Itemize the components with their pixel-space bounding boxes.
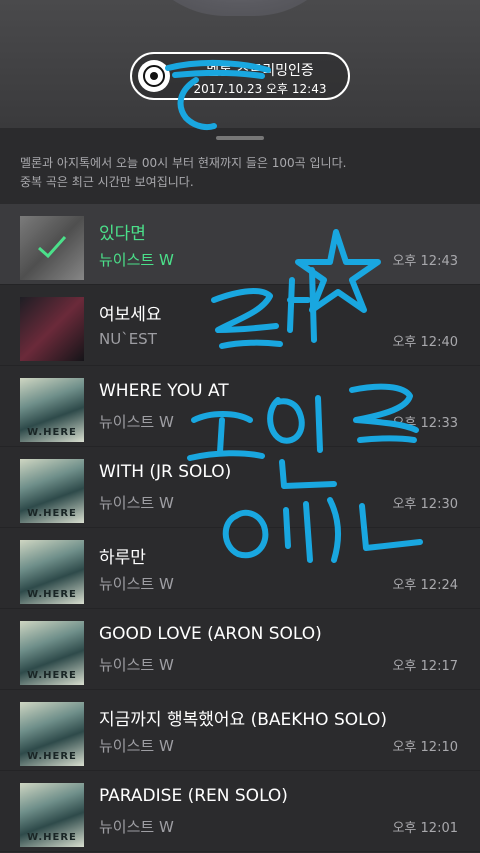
played-time: 오후 12:30 bbox=[392, 497, 458, 512]
song-artist: 뉴이스트 W bbox=[99, 656, 174, 674]
album-label: W.HERE bbox=[27, 589, 77, 600]
played-time: 오후 12:10 bbox=[392, 740, 458, 755]
album-art-top bbox=[130, 0, 350, 16]
song-artist: 뉴이스트 W bbox=[99, 413, 174, 431]
record-icon bbox=[138, 60, 170, 92]
played-time: 오후 12:24 bbox=[392, 578, 458, 593]
album-thumbnail: W.HERE bbox=[20, 459, 84, 523]
album-label: W.HERE bbox=[27, 751, 77, 762]
album-label: W.HERE bbox=[27, 508, 77, 519]
album-thumbnail: W.HERE bbox=[20, 378, 84, 442]
played-time: 오후 12:01 bbox=[392, 821, 458, 836]
song-artist: 뉴이스트 W bbox=[99, 737, 174, 755]
list-item[interactable]: W.HERE WITH (JR SOLO) 뉴이스트 W 오후 12:30 bbox=[0, 447, 480, 528]
song-artist: 뉴이스트 W bbox=[99, 818, 174, 836]
album-thumbnail: W.HERE bbox=[20, 783, 84, 847]
list-item[interactable]: W.HERE WHERE YOU AT 뉴이스트 W 오후 12:33 bbox=[0, 366, 480, 447]
song-artist: 뉴이스트 W bbox=[99, 494, 174, 512]
list-item[interactable]: 있다면 뉴이스트 W 오후 12:43 bbox=[0, 204, 480, 285]
album-label: W.HERE bbox=[27, 832, 77, 843]
song-artist: 뉴이스트 W bbox=[99, 575, 174, 593]
album-thumbnail: W.HERE bbox=[20, 540, 84, 604]
song-title: GOOD LOVE (ARON SOLO) bbox=[99, 624, 322, 644]
album-thumbnail bbox=[20, 297, 84, 361]
song-artist: NU`EST bbox=[99, 330, 157, 348]
badge-title: 멜론 스트리밍인증 bbox=[206, 63, 314, 79]
list-item[interactable]: W.HERE GOOD LOVE (ARON SOLO) 뉴이스트 W 오후 1… bbox=[0, 609, 480, 690]
album-thumbnail bbox=[20, 216, 84, 280]
badge-date: 2017.10.23 오후 12:43 bbox=[193, 82, 327, 96]
played-time: 오후 12:33 bbox=[392, 416, 458, 431]
notice: 멜론과 아지톡에서 오늘 00시 부터 현재까지 들은 100곡 입니다. 중복… bbox=[0, 154, 480, 204]
song-title: 지금까지 행복했어요 (BAEKHO SOLO) bbox=[99, 710, 387, 730]
list-item[interactable]: W.HERE 하루만 뉴이스트 W 오후 12:24 bbox=[0, 528, 480, 609]
played-time: 오후 12:40 bbox=[392, 335, 458, 350]
notice-line-1: 멜론과 아지톡에서 오늘 00시 부터 현재까지 들은 100곡 입니다. bbox=[20, 156, 347, 170]
song-list: 있다면 뉴이스트 W 오후 12:43 여보세요 NU`EST 오후 12:40… bbox=[0, 204, 480, 852]
sheet-grabber[interactable] bbox=[216, 136, 264, 140]
song-title: 하루만 bbox=[99, 548, 146, 568]
list-item[interactable]: 여보세요 NU`EST 오후 12:40 bbox=[0, 285, 480, 366]
list-item[interactable]: W.HERE 지금까지 행복했어요 (BAEKHO SOLO) 뉴이스트 W 오… bbox=[0, 690, 480, 771]
album-label: W.HERE bbox=[27, 427, 77, 438]
history-sheet: 멜론과 아지톡에서 오늘 00시 부터 현재까지 들은 100곡 입니다. 중복… bbox=[0, 128, 480, 853]
played-time: 오후 12:43 bbox=[392, 254, 458, 269]
song-title: 여보세요 bbox=[99, 305, 162, 325]
album-thumbnail: W.HERE bbox=[20, 621, 84, 685]
played-time: 오후 12:17 bbox=[392, 659, 458, 674]
song-artist: 뉴이스트 W bbox=[99, 251, 174, 269]
album-thumbnail: W.HERE bbox=[20, 702, 84, 766]
list-item[interactable]: W.HERE PARADISE (REN SOLO) 뉴이스트 W 오후 12:… bbox=[0, 771, 480, 852]
check-icon bbox=[20, 216, 84, 280]
song-title: 있다면 bbox=[99, 224, 146, 244]
streaming-certification-badge[interactable]: 멜론 스트리밍인증 2017.10.23 오후 12:43 bbox=[130, 52, 350, 100]
header-area: 멜론 스트리밍인증 2017.10.23 오후 12:43 bbox=[0, 0, 480, 128]
song-title: WHERE YOU AT bbox=[99, 381, 229, 401]
notice-line-2: 중복 곡은 최근 시간만 보여집니다. bbox=[20, 175, 194, 189]
album-label: W.HERE bbox=[27, 670, 77, 681]
song-title: PARADISE (REN SOLO) bbox=[99, 786, 288, 806]
song-title: WITH (JR SOLO) bbox=[99, 462, 232, 482]
